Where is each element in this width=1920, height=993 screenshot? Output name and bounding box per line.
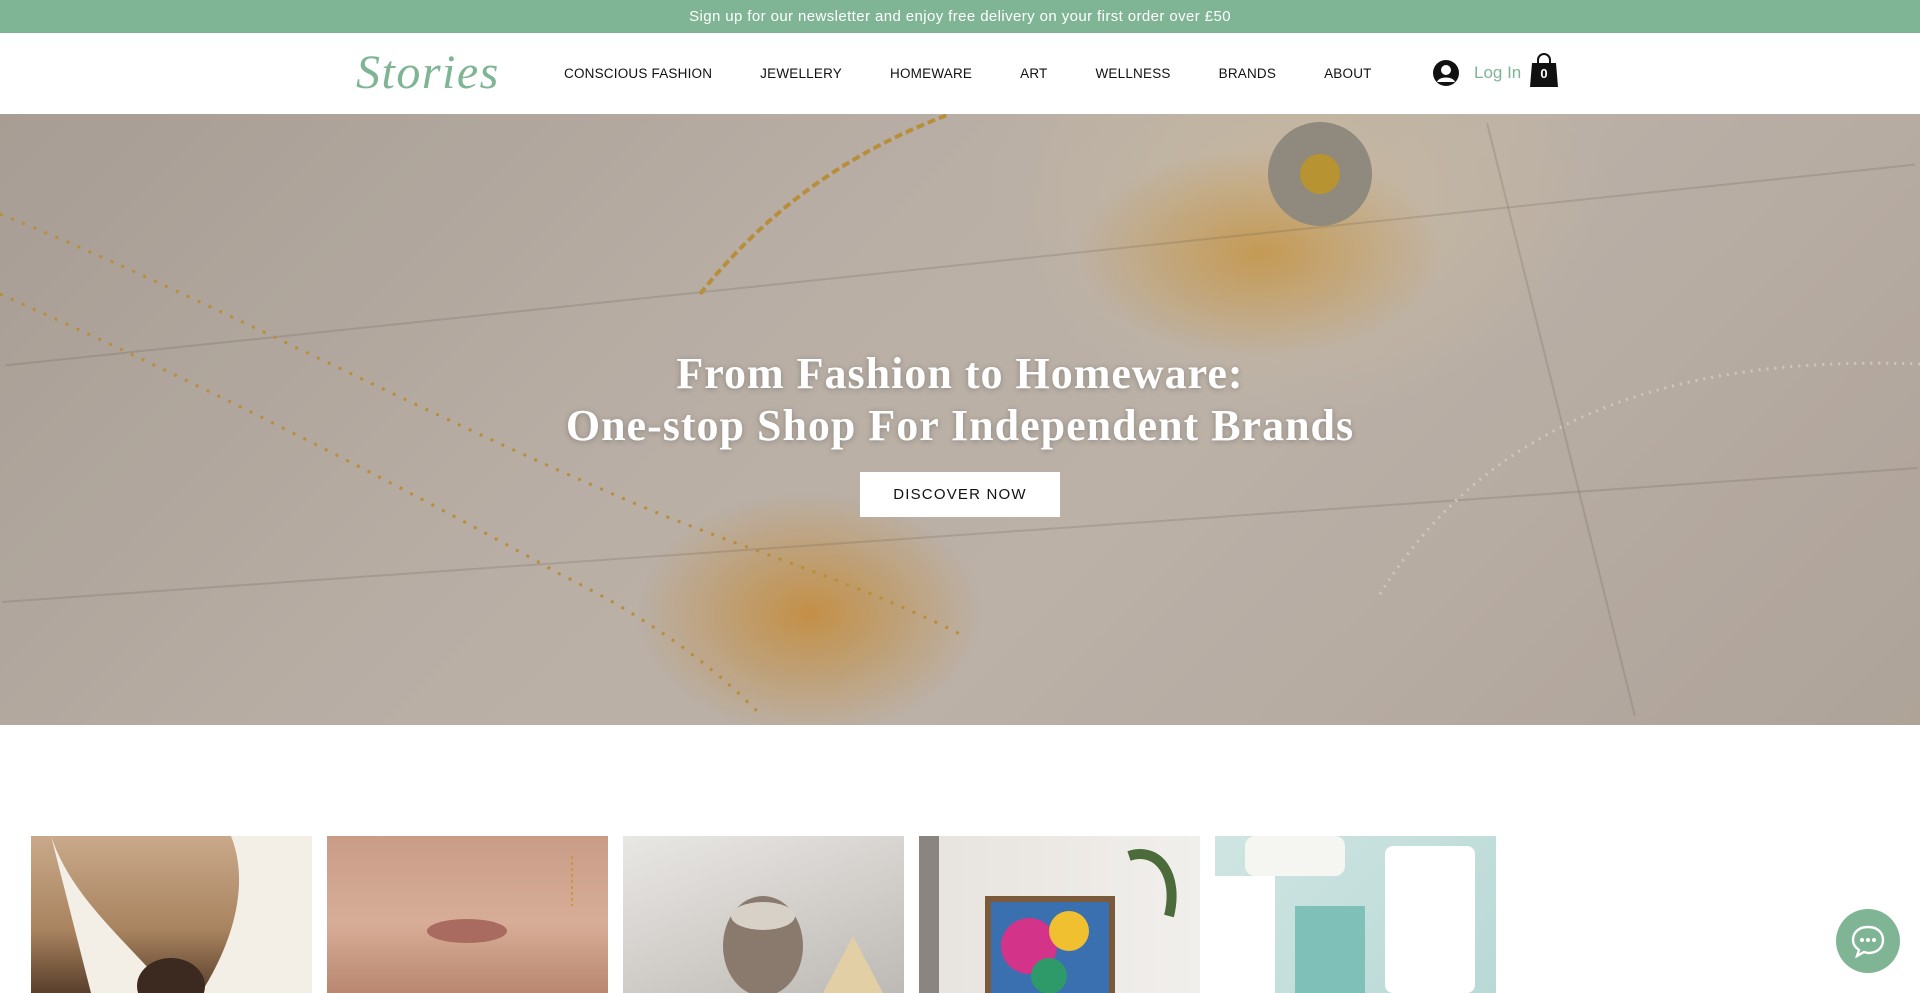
nav-item-wellness[interactable]: WELLNESS <box>1071 66 1194 81</box>
category-tiles <box>31 836 1496 993</box>
nav-item-conscious-fashion[interactable]: CONSCIOUS FASHION <box>540 66 736 81</box>
nav-item-art[interactable]: ART <box>996 66 1071 81</box>
category-tile-jewellery[interactable] <box>327 836 608 993</box>
main-nav: CONSCIOUS FASHION JEWELLERY HOMEWARE ART… <box>540 33 1396 114</box>
site-header: Stories CONSCIOUS FASHION JEWELLERY HOME… <box>0 33 1920 114</box>
discover-now-button[interactable]: DISCOVER NOW <box>860 472 1060 517</box>
nav-item-homeware[interactable]: HOMEWARE <box>866 66 996 81</box>
category-tile-art[interactable] <box>919 836 1200 993</box>
cart-button[interactable]: 0 <box>1530 52 1560 88</box>
jewellery-image <box>427 856 573 943</box>
cart-count: 0 <box>1540 66 1548 81</box>
chat-icon <box>1851 925 1885 958</box>
category-tile-wellness[interactable] <box>1215 836 1496 993</box>
hero-title-line-2: One-stop Shop For Independent Brands <box>565 401 1355 450</box>
homeware-image <box>723 896 883 993</box>
chat-button[interactable] <box>1836 909 1900 973</box>
fashion-image <box>51 836 312 993</box>
nav-item-about[interactable]: ABOUT <box>1300 66 1396 81</box>
nav-item-jewellery[interactable]: JEWELLERY <box>736 66 866 81</box>
hero-title: From Fashion to Homeware: One-stop Shop … <box>0 348 1920 452</box>
site-logo[interactable]: Stories <box>356 45 500 100</box>
category-tile-fashion[interactable] <box>31 836 312 993</box>
announcement-text: Sign up for our newsletter and enjoy fre… <box>689 8 1231 25</box>
login-button[interactable]: Log In <box>1432 58 1521 88</box>
announcement-bar[interactable]: Sign up for our newsletter and enjoy fre… <box>0 0 1920 33</box>
hero-title-line-1: From Fashion to Homeware: <box>676 349 1244 398</box>
art-image <box>919 836 1177 993</box>
wellness-image <box>1215 836 1475 993</box>
avatar-icon <box>1433 60 1459 86</box>
category-tile-homeware[interactable] <box>623 836 904 993</box>
hero-banner: From Fashion to Homeware: One-stop Shop … <box>0 114 1920 725</box>
nav-item-brands[interactable]: BRANDS <box>1195 66 1300 81</box>
login-label: Log In <box>1474 63 1522 82</box>
